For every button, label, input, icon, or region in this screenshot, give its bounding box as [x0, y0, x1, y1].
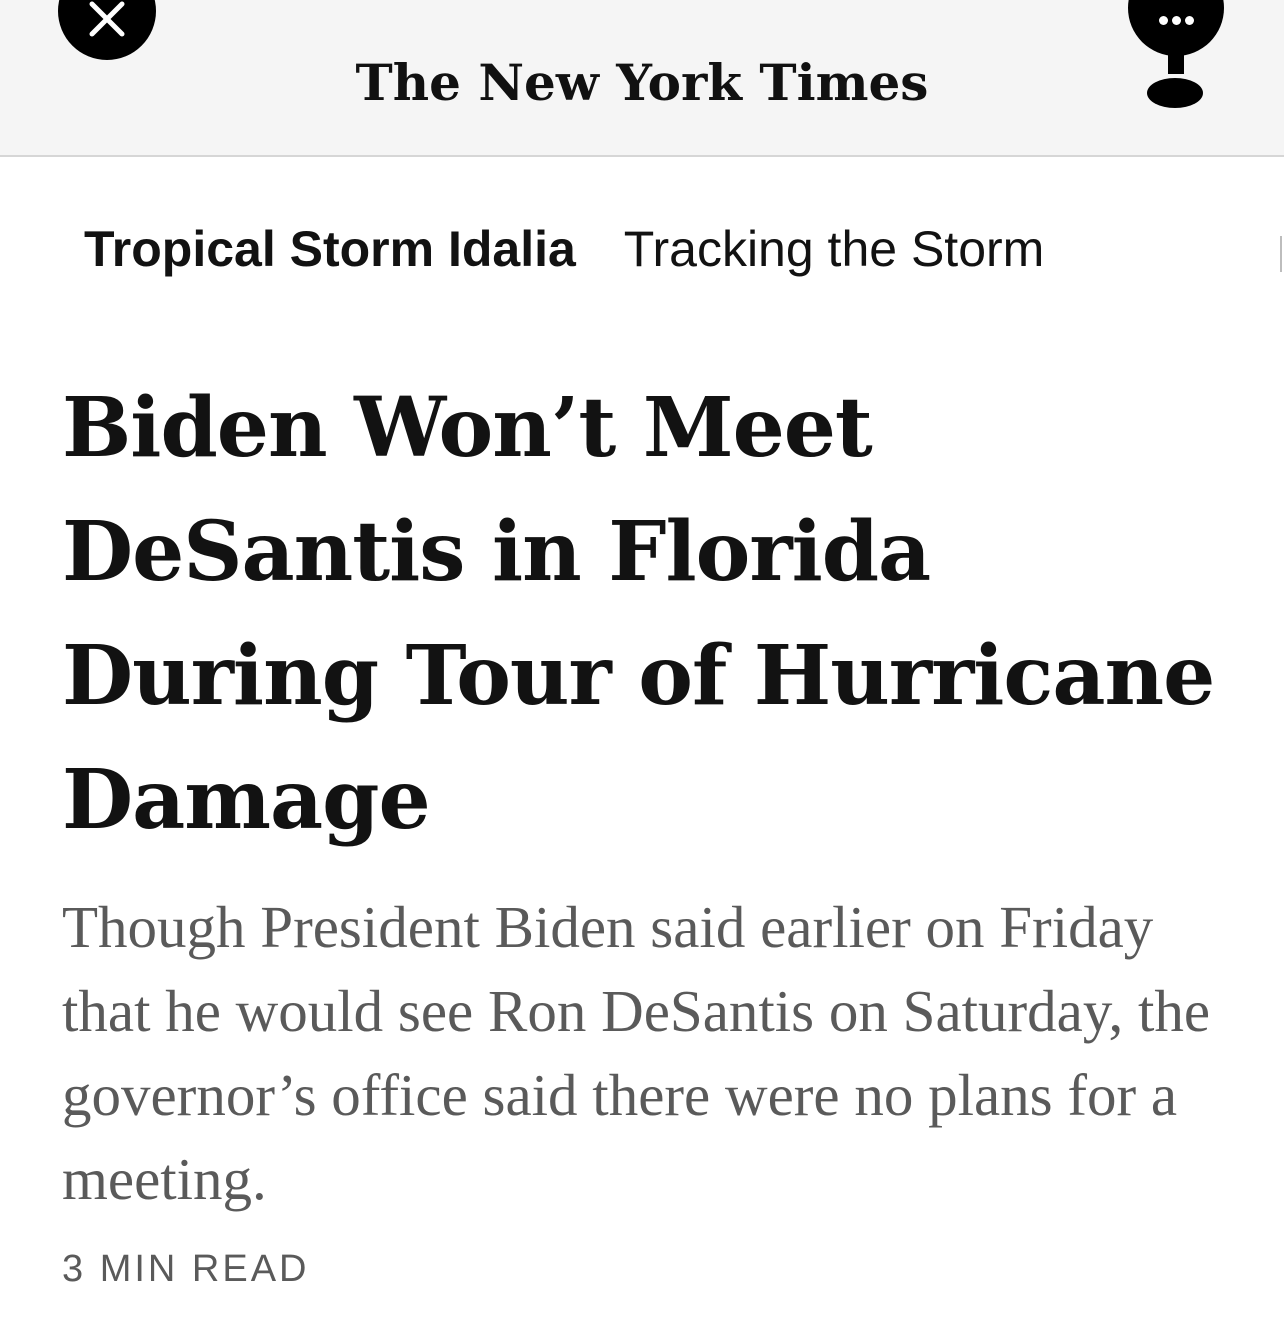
menu-stem [1168, 52, 1184, 74]
more-icon [1128, 12, 1224, 30]
section-tags: Tropical Storm Idalia Tracking the Storm [84, 214, 1044, 284]
read-time: 3 MIN READ [62, 1248, 310, 1290]
article-summary: Though President Biden said earlier on F… [62, 894, 1211, 1212]
tag-divider [1280, 236, 1282, 272]
tag-tracking-the-storm[interactable]: Tracking the Storm [624, 221, 1045, 277]
article-headline[interactable]: Biden Won’t Meet DeSantis in Florida Dur… [62, 366, 1262, 862]
masthead-logo: The New York Times [355, 53, 929, 112]
top-bar: The New York Times [0, 0, 1284, 157]
tag-tropical-storm-idalia[interactable]: Tropical Storm Idalia [84, 221, 576, 277]
menu-base [1147, 78, 1203, 108]
